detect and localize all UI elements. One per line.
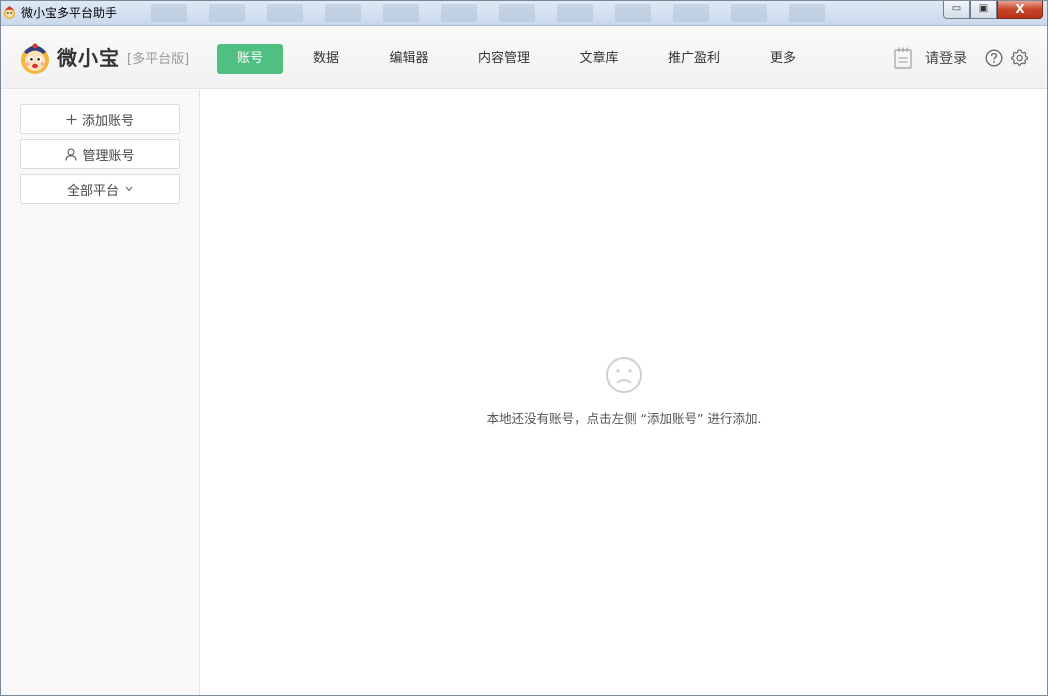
help-icon[interactable] (985, 49, 1003, 67)
taskbar-thumbnails (151, 4, 825, 24)
main-content: 本地还没有账号，点击左侧 “添加账号” 进行添加. (201, 90, 1047, 695)
notepad-icon[interactable] (893, 46, 913, 70)
platform-filter-label: 全部平台 (66, 183, 119, 199)
tab-article-library[interactable]: 文章库 (559, 44, 639, 74)
tab-editor[interactable]: 编辑器 (369, 44, 449, 74)
empty-message: 本地还没有账号，点击左侧 “添加账号” 进行添加. (486, 411, 762, 426)
add-account-button[interactable]: 添加账号 (20, 104, 180, 134)
minimize-button[interactable]: ▭ (943, 1, 970, 19)
add-account-label: 添加账号 (81, 113, 134, 129)
sidebar: 添加账号 管理账号 全部平台 (1, 90, 200, 695)
manage-account-label: 管理账号 (82, 148, 135, 164)
tab-more[interactable]: 更多 (749, 44, 817, 74)
plus-icon (66, 114, 77, 125)
manage-account-button[interactable]: 管理账号 (20, 139, 180, 169)
tab-content-management[interactable]: 内容管理 (449, 44, 559, 74)
main-nav: 账号 数据 编辑器 内容管理 文章库 推广盈利 更多 (217, 44, 817, 74)
close-button[interactable]: X (997, 1, 1043, 19)
app-logo-icon (3, 5, 16, 20)
edition-label: [多平台版] (127, 52, 190, 67)
gear-icon[interactable] (1011, 49, 1029, 67)
tab-promotion-profit[interactable]: 推广盈利 (639, 44, 749, 74)
maximize-button[interactable]: ▣ (970, 1, 997, 19)
mascot-logo-icon[interactable] (19, 41, 51, 75)
window-controls: ▭ ▣ X (943, 1, 1043, 19)
login-link[interactable]: 请登录 (925, 48, 967, 68)
tab-account[interactable]: 账号 (217, 44, 283, 74)
title-bar[interactable]: 微小宝多平台助手 ▭ ▣ X (1, 1, 1047, 26)
chevron-down-icon (125, 186, 133, 192)
sad-face-icon (606, 357, 642, 393)
app-header: 微小宝 [多平台版] 账号 数据 编辑器 内容管理 文章库 推广盈利 更多 请登… (1, 27, 1047, 89)
empty-state: 本地还没有账号，点击左侧 “添加账号” 进行添加. (201, 356, 1047, 427)
user-icon (65, 147, 78, 161)
app-window: 微小宝多平台助手 ▭ ▣ X 微小宝 [多平台版] 账号 数据 编辑器 内容管理… (0, 0, 1048, 696)
platform-filter-dropdown[interactable]: 全部平台 (20, 174, 180, 204)
tab-data[interactable]: 数据 (283, 44, 369, 74)
header-actions: 请登录 (893, 45, 1029, 71)
brand-name: 微小宝 (57, 46, 120, 70)
window-title: 微小宝多平台助手 (21, 6, 118, 20)
